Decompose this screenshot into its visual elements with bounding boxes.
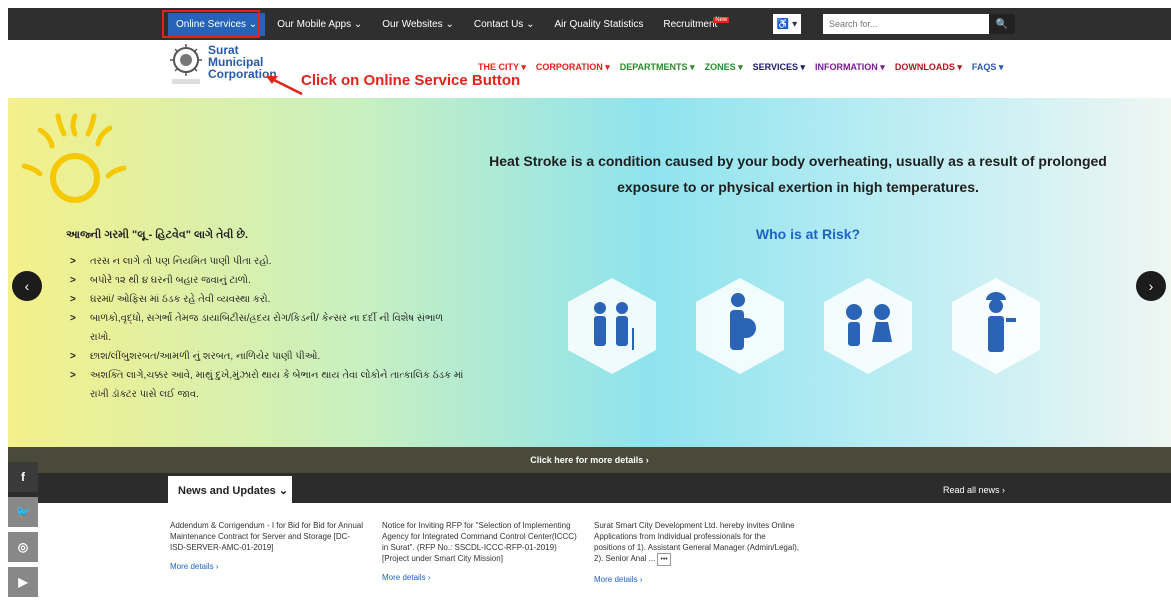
- gujarati-heading: આજ્ની ગરમી "લૂ - હિટવેવ" લાગે તેવી છે.: [66, 229, 249, 241]
- list-item: બપોરે ૧૨ થી ૪ ઘરની બહાર જવાનું ટાળો.: [66, 271, 466, 290]
- list-item: છાશ/લીંબુશરબત/આમળી નું શરબત, નાળિયેર પાણ…: [66, 347, 466, 366]
- chevron-right-icon: ›: [1148, 278, 1154, 294]
- children-icon: [824, 278, 912, 374]
- annotation-text: Click on Online Service Button: [301, 72, 521, 89]
- read-all-news-link[interactable]: Read all news ›: [943, 485, 1005, 495]
- youtube-icon[interactable]: ▶: [8, 567, 38, 597]
- nav-downloads[interactable]: DOWNLOADS ▾: [895, 62, 962, 73]
- nav-zones[interactable]: ZONES ▾: [705, 62, 743, 73]
- websites-menu[interactable]: Our Websites ⌄: [374, 13, 462, 36]
- smc-logo: [170, 44, 202, 84]
- recruitment-link[interactable]: RecruitmentNew: [655, 13, 737, 36]
- air-quality-link[interactable]: Air Quality Statistics: [546, 13, 651, 36]
- more-details-bar[interactable]: Click here for more details ›: [8, 447, 1171, 473]
- banner-title: Heat Stroke is a condition caused by you…: [489, 153, 1107, 195]
- site-header: Surat Municipal Corporation Click on Onl…: [8, 40, 1171, 98]
- contact-us-menu[interactable]: Contact Us ⌄: [466, 13, 543, 36]
- pregnant-woman-icon: [696, 278, 784, 374]
- annotation-arrow-icon: [266, 76, 303, 96]
- hero-banner: Heat Stroke is a condition caused by you…: [8, 98, 1171, 447]
- list-item: અશક્તિ લાગે,ચક્કર આવે, માથું દુખે,મુંઝાર…: [66, 366, 466, 404]
- nav-the-city[interactable]: THE CITY ▾: [478, 62, 526, 73]
- recruitment-label: Recruitment: [663, 18, 718, 30]
- more-options-icon[interactable]: •••: [657, 553, 671, 566]
- search-button[interactable]: 🔍: [989, 14, 1015, 34]
- news-item-text: Surat Smart City Development Ltd. hereby…: [594, 520, 799, 566]
- search-input[interactable]: [823, 14, 989, 34]
- news-item: Addendum & Corrigendum - I for Bid for B…: [170, 520, 365, 572]
- news-item: Surat Smart City Development Ltd. hereby…: [594, 520, 799, 585]
- more-details-link[interactable]: More details ›: [382, 572, 582, 583]
- nav-corporation[interactable]: CORPORATION ▾: [536, 62, 610, 73]
- new-badge: New: [713, 16, 730, 23]
- mobile-apps-menu[interactable]: Our Mobile Apps ⌄: [269, 13, 370, 36]
- list-item: બાળકો,વૃદ્ધો, સગર્ભા તેમજ ડાયાબિટીસ/હ્રદ…: [66, 309, 466, 347]
- search-icon: 🔍: [995, 18, 1009, 30]
- more-details-link[interactable]: More details ›: [170, 561, 365, 572]
- news-item: Notice for Inviting RFP for "Selection o…: [382, 520, 582, 583]
- news-item-text: Addendum & Corrigendum - I for Bid for B…: [170, 521, 363, 552]
- news-item-body: Surat Smart City Development Ltd. hereby…: [594, 521, 799, 563]
- twitter-icon[interactable]: 🐦: [8, 497, 38, 527]
- news-updates-tab[interactable]: News and Updates ⌄: [168, 476, 292, 504]
- sun-icon: [21, 113, 127, 203]
- carousel-next-button[interactable]: ›: [1136, 271, 1166, 301]
- list-item: તરસ ન લાગે તો પણ નિયમિત પાણી પીતા રહો.: [66, 252, 466, 271]
- highlight-annotation-box: [162, 10, 260, 38]
- list-item: ઘરમાં/ ઓફિસ માં ઠંડક રહે તેવી વ્યવસ્થા ક…: [66, 290, 466, 309]
- nav-departments[interactable]: DEPARTMENTS ▾: [620, 62, 695, 73]
- more-details-link[interactable]: More details ›: [594, 574, 799, 585]
- carousel-prev-button[interactable]: ‹: [12, 271, 42, 301]
- banner-subtitle: Who is at Risk?: [755, 226, 861, 242]
- main-nav: THE CITY ▾ CORPORATION ▾ DEPARTMENTS ▾ Z…: [478, 62, 1003, 73]
- nav-services[interactable]: SERVICES ▾: [753, 62, 805, 73]
- instagram-icon[interactable]: ◎: [8, 532, 38, 562]
- news-item-text: Notice for Inviting RFP for "Selection o…: [382, 521, 577, 563]
- nav-information[interactable]: INFORMATION ▾: [815, 62, 885, 73]
- elderly-couple-icon: [568, 278, 656, 374]
- accessibility-button[interactable]: ♿ ▾: [773, 14, 801, 34]
- gujarati-advice-list: તરસ ન લાગે તો પણ નિયમિત પાણી પીતા રહો. બ…: [66, 252, 466, 404]
- chevron-left-icon: ‹: [24, 278, 30, 294]
- nav-faqs[interactable]: FAQS ▾: [972, 62, 1004, 73]
- facebook-icon[interactable]: f: [8, 462, 38, 492]
- outdoor-worker-icon: [952, 278, 1040, 374]
